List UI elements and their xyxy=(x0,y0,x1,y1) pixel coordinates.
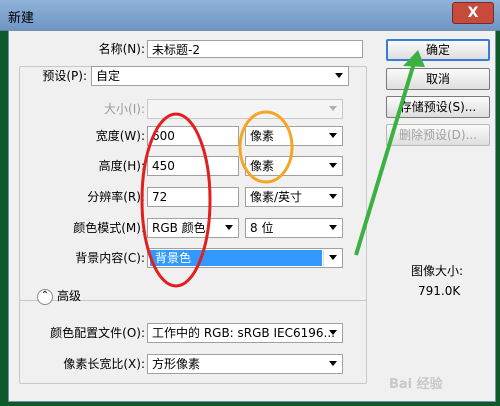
height-input[interactable]: 450 xyxy=(147,156,239,176)
chevron-down-icon xyxy=(329,225,337,230)
watermark: Bai 经验 xyxy=(389,377,443,392)
width-unit-value: 像素 xyxy=(250,129,275,143)
window-title: 新建 xyxy=(8,11,35,26)
chevron-down-icon xyxy=(329,330,337,335)
preset-select[interactable]: 自定 xyxy=(91,66,349,86)
bit-depth-value: 8 位 xyxy=(250,221,274,235)
color-mode-select[interactable]: RGB 颜色 xyxy=(147,218,239,238)
chevron-down-icon xyxy=(335,73,343,78)
title-bar[interactable]: 新建 X xyxy=(0,0,500,31)
pixel-aspect-label: 像素长宽比(X): xyxy=(63,357,145,371)
chevron-down-icon xyxy=(329,255,337,260)
resolution-label: 分辨率(R): xyxy=(87,190,145,204)
color-mode-value: RGB 颜色 xyxy=(152,221,206,235)
image-size-value: 791.0K xyxy=(418,284,461,298)
chevron-down-icon xyxy=(329,163,337,168)
size-select xyxy=(147,99,343,119)
ok-button[interactable]: 确定 xyxy=(386,39,490,61)
background-label: 背景内容(C): xyxy=(75,251,145,265)
resolution-input[interactable]: 72 xyxy=(147,187,239,207)
width-input[interactable]: 600 xyxy=(147,126,239,146)
delete-preset-button: 删除预设(D)... xyxy=(386,124,490,146)
chevron-down-icon xyxy=(329,106,337,111)
background-value: 背景色 xyxy=(150,250,322,266)
size-label: 大小(I): xyxy=(104,102,145,116)
color-mode-label: 颜色模式(M): xyxy=(73,221,145,235)
height-unit-select[interactable]: 像素 xyxy=(245,156,343,176)
cancel-button[interactable]: 取消 xyxy=(386,68,490,90)
name-label: 名称(N): xyxy=(98,42,145,56)
color-profile-select[interactable]: 工作中的 RGB: sRGB IEC6196... xyxy=(147,323,343,343)
width-label: 宽度(W): xyxy=(95,129,145,143)
resolution-unit-value: 像素/英寸 xyxy=(250,190,303,204)
close-button[interactable]: X xyxy=(452,2,494,24)
height-unit-value: 像素 xyxy=(250,159,275,173)
image-size-label: 图像大小: xyxy=(411,264,464,278)
preset-label: 预设(P): xyxy=(25,68,87,84)
background-select[interactable]: 背景色 xyxy=(147,248,343,268)
new-document-dialog: 名称(N): 未标题-2 预设(P): 自定 大小(I): 宽度(W): 600… xyxy=(8,30,496,402)
width-unit-select[interactable]: 像素 xyxy=(245,126,343,146)
bit-depth-select[interactable]: 8 位 xyxy=(245,218,343,238)
preset-value: 自定 xyxy=(96,69,121,83)
color-profile-value: 工作中的 RGB: sRGB IEC6196... xyxy=(152,326,335,340)
select-separator xyxy=(323,250,324,266)
chevron-down-icon xyxy=(329,194,337,199)
save-preset-button[interactable]: 存储预设(S)... xyxy=(386,96,490,118)
chevron-down-icon xyxy=(329,361,337,366)
color-profile-label: 颜色配置文件(O): xyxy=(50,326,145,340)
name-input[interactable]: 未标题-2 xyxy=(147,40,363,58)
pixel-aspect-select[interactable]: 方形像素 xyxy=(147,354,343,374)
chevron-down-icon xyxy=(329,133,337,138)
pixel-aspect-value: 方形像素 xyxy=(152,357,201,371)
chevron-down-icon xyxy=(225,225,233,230)
resolution-unit-select[interactable]: 像素/英寸 xyxy=(245,187,343,207)
height-label: 高度(H): xyxy=(98,159,145,173)
